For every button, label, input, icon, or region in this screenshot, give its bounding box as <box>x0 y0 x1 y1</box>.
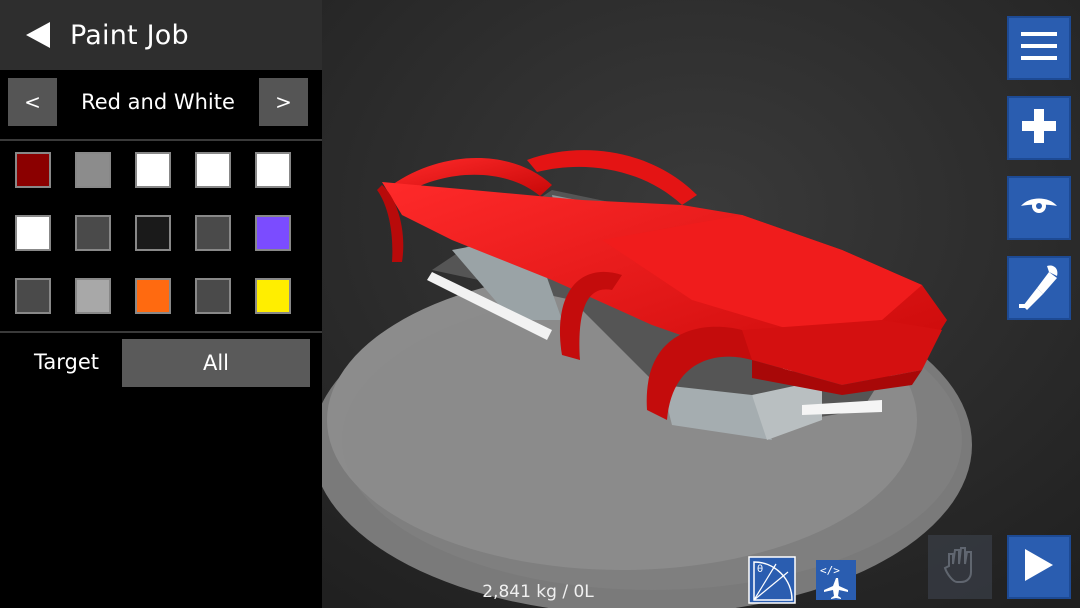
3d-viewport[interactable] <box>322 0 1080 608</box>
color-swatch[interactable] <box>255 152 291 188</box>
scheme-name: Red and White <box>81 90 235 114</box>
target-label: Target <box>34 350 99 374</box>
play-button[interactable] <box>1007 535 1071 599</box>
svg-text:θ: θ <box>757 564 763 575</box>
color-swatch[interactable] <box>195 152 231 188</box>
color-swatch[interactable] <box>135 215 171 251</box>
code-plane-icon: </> <box>816 560 856 604</box>
play-icon <box>1023 547 1055 587</box>
car-scene <box>322 0 1080 608</box>
color-swatch[interactable] <box>75 152 111 188</box>
next-scheme-button[interactable]: > <box>259 78 308 126</box>
color-swatch[interactable] <box>255 215 291 251</box>
color-swatch[interactable] <box>75 215 111 251</box>
divider <box>0 139 322 141</box>
target-selector-button[interactable]: All <box>122 339 310 387</box>
mass-fuel-readout: 2,841 kg / 0L <box>482 582 594 602</box>
color-swatch[interactable] <box>15 278 51 314</box>
previous-scheme-button[interactable]: < <box>8 78 57 126</box>
color-swatch[interactable] <box>75 278 111 314</box>
eye-icon <box>1019 194 1059 222</box>
grab-button[interactable] <box>928 535 992 599</box>
view-button[interactable] <box>1007 176 1071 240</box>
color-swatch[interactable] <box>255 278 291 314</box>
menu-button[interactable] <box>1007 16 1071 80</box>
color-swatch[interactable] <box>195 278 231 314</box>
code-plane-button[interactable]: </> <box>812 558 860 606</box>
color-swatch[interactable] <box>135 278 171 314</box>
angle-quadrant-icon: θ <box>748 556 796 608</box>
hand-icon <box>943 546 977 588</box>
add-part-button[interactable] <box>1007 96 1071 160</box>
panel-header: Paint Job <box>0 0 322 70</box>
paint-button[interactable] <box>1007 256 1071 320</box>
color-swatch[interactable] <box>15 152 51 188</box>
svg-text:</>: </> <box>820 564 840 577</box>
menu-icon <box>1021 30 1057 66</box>
color-swatch[interactable] <box>135 152 171 188</box>
back-arrow-icon[interactable] <box>24 20 54 50</box>
angle-quadrant-button[interactable]: θ <box>748 556 796 608</box>
color-swatch[interactable] <box>195 215 231 251</box>
paint-brush-icon <box>1017 262 1061 314</box>
color-swatch[interactable] <box>15 215 51 251</box>
plus-icon <box>1020 107 1058 149</box>
paint-panel: Paint Job < Red and White > Target All <box>0 0 322 608</box>
page-title: Paint Job <box>70 19 189 51</box>
paint-scheme-selector: < Red and White > <box>8 78 308 126</box>
divider <box>0 331 322 333</box>
